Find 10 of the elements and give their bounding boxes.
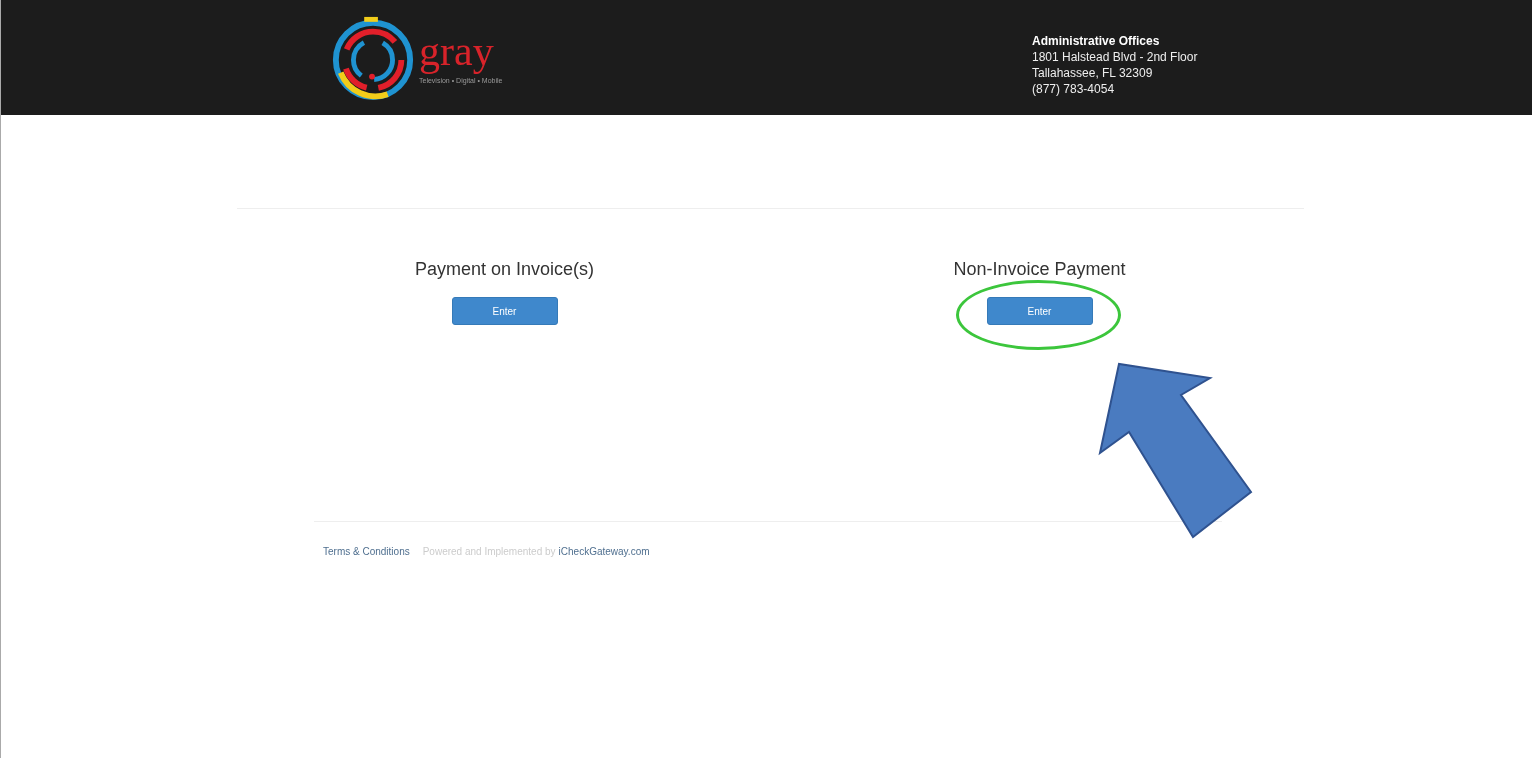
gateway-link[interactable]: iCheckGateway.com (558, 546, 650, 557)
enter-button[interactable]: Enter (451, 297, 558, 325)
address-line: 1801 Halstead Blvd - 2nd Floor (1032, 49, 1199, 65)
address-line: Tallahassee, FL 32309 (1032, 65, 1154, 81)
address-line: (877) 783-4054 (1032, 81, 1116, 97)
terms-link[interactable]: Terms & Conditions (323, 546, 410, 557)
option-title: Payment on Invoice(s) (414, 259, 595, 280)
enter-button[interactable]: Enter (986, 297, 1093, 325)
address-title: Administrative Offices (1032, 33, 1161, 49)
option-title: Non-Invoice Payment (953, 259, 1126, 280)
